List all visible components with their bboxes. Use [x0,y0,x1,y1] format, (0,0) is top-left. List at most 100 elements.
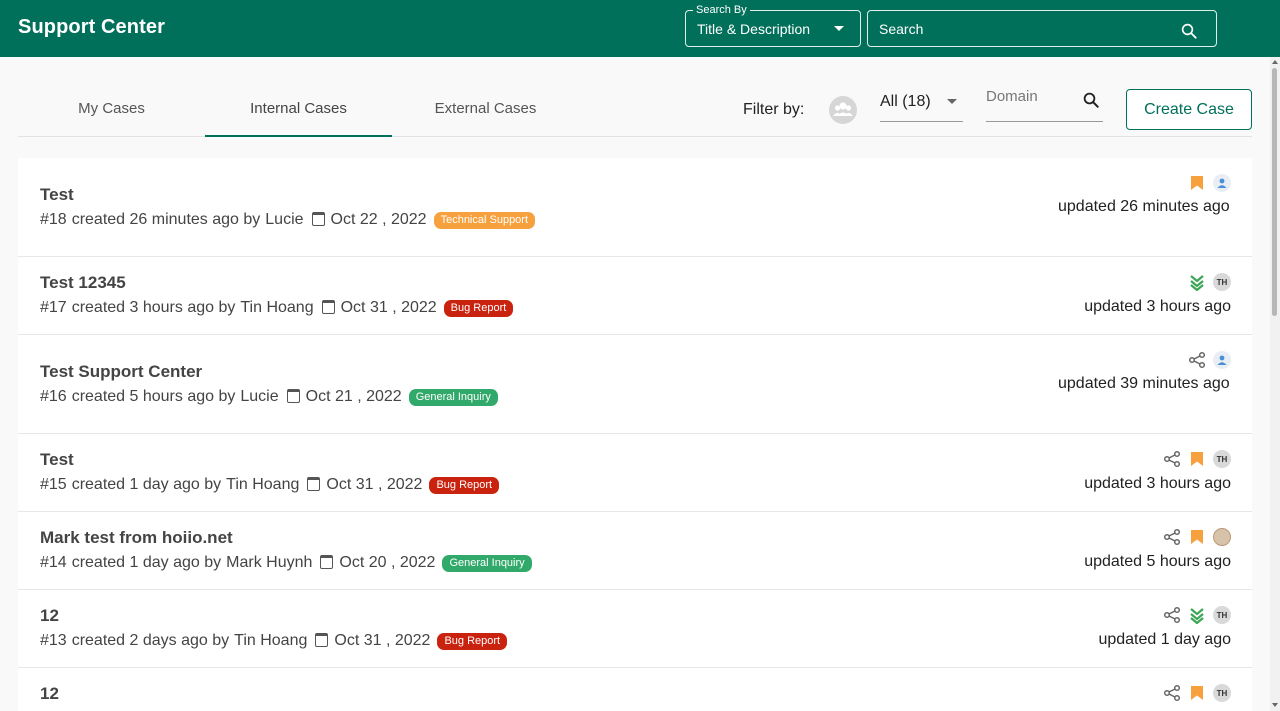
search-by-value: Title & Description [697,21,811,37]
category-badge: General Inquiry [408,388,498,406]
case-updated: updated 3 hours ago [1084,475,1231,492]
active-tab-indicator [205,135,392,137]
case-author[interactable]: Lucie [265,211,303,229]
case-title[interactable]: 12 [40,684,59,704]
case-number: #18 [40,211,67,228]
calendar-icon [320,555,334,569]
app-header: Support Center Search By Title & Descrip… [0,0,1280,57]
bookmark-icon[interactable] [1188,450,1206,468]
search-by-select[interactable]: Search By Title & Description [685,4,861,47]
case-author[interactable]: Tin Hoang [226,476,299,494]
bookmark-icon[interactable] [1188,174,1206,192]
case-icons: TH [1163,450,1231,468]
case-author[interactable]: Lucie [240,388,278,406]
case-created: created 1 day ago by [71,554,222,571]
case-meta: #14 created 1 day ago by Mark Huynh Oct … [40,554,532,572]
scrollbar[interactable] [1270,57,1280,711]
case-row[interactable]: 12 TH [18,668,1252,711]
priority-low-icon[interactable] [1188,606,1206,624]
case-updated: updated 1 day ago [1098,631,1231,648]
search-placeholder: Search [879,21,924,37]
domain-input[interactable]: Domain [986,86,1103,122]
case-icons: TH [1163,684,1231,702]
case-icons: TH [1188,273,1231,291]
case-date: Oct 31 , 2022 [326,476,423,493]
create-case-button[interactable]: Create Case [1126,89,1252,130]
case-icons [1163,528,1231,546]
tab-internal-cases[interactable]: Internal Cases [205,100,392,117]
case-row[interactable]: Test #15 created 1 day ago by Tin Hoang … [18,434,1252,512]
tab-external-cases[interactable]: External Cases [392,100,579,117]
case-title[interactable]: Test 12345 [40,273,126,293]
case-number: #15 [40,476,67,493]
case-title[interactable]: Mark test from hoiio.net [40,528,233,548]
search-icon[interactable] [1180,22,1198,40]
case-list: Test #18 created 26 minutes ago by Lucie… [18,158,1252,711]
case-date: Oct 21 , 2022 [305,388,402,405]
case-created: created 26 minutes ago by [71,211,261,228]
scroll-up-arrow[interactable] [1272,60,1278,64]
caret-down-icon [834,26,844,31]
case-updated: updated 5 hours ago [1084,553,1231,570]
calendar-icon [321,300,335,314]
case-title[interactable]: Test Support Center [40,362,202,382]
case-date: Oct 20 , 2022 [339,554,436,571]
case-created: created 5 hours ago by [71,388,236,405]
case-meta: #13 created 2 days ago by Tin Hoang Oct … [40,632,508,650]
case-icons [1188,174,1231,192]
case-meta: #15 created 1 day ago by Tin Hoang Oct 3… [40,476,500,494]
case-number: #13 [40,632,67,649]
bookmark-icon[interactable] [1188,684,1206,702]
user-avatar[interactable] [1213,174,1231,192]
group-avatar-icon[interactable] [829,96,857,124]
share-icon[interactable] [1188,351,1206,369]
calendar-icon [315,633,329,647]
case-icons: TH [1163,606,1231,624]
share-icon[interactable] [1163,528,1181,546]
case-title[interactable]: Test [40,450,74,470]
case-title[interactable]: 12 [40,606,59,626]
case-author[interactable]: Tin Hoang [234,632,307,650]
case-meta: #16 created 5 hours ago by Lucie Oct 21 … [40,388,498,406]
priority-low-icon[interactable] [1188,273,1206,291]
case-row[interactable]: Test 12345 #17 created 3 hours ago by Ti… [18,257,1252,335]
photo-avatar[interactable] [1213,528,1231,546]
category-badge: Bug Report [437,632,508,650]
app-title: Support Center [18,16,165,38]
case-row[interactable]: Test Support Center #16 created 5 hours … [18,335,1252,434]
case-number: #14 [40,554,67,571]
case-number: #17 [40,299,67,316]
case-created: created 1 day ago by [71,476,222,493]
user-avatar[interactable] [1213,351,1231,369]
case-row[interactable]: Test #18 created 26 minutes ago by Lucie… [18,158,1252,257]
case-title[interactable]: Test [40,185,74,205]
filter-select[interactable]: All (18) [880,92,963,122]
case-date: Oct 31 , 2022 [340,299,437,316]
caret-down-icon [947,99,957,104]
th-avatar[interactable]: TH [1213,684,1231,702]
tabs-divider [18,136,1252,137]
th-avatar[interactable]: TH [1213,606,1231,624]
filter-select-value: All (18) [880,93,931,110]
th-avatar[interactable]: TH [1213,273,1231,291]
share-icon[interactable] [1163,684,1181,702]
search-icon[interactable] [1082,91,1100,109]
filter-label: Filter by: [743,101,805,118]
share-icon[interactable] [1163,450,1181,468]
th-avatar[interactable]: TH [1213,450,1231,468]
case-author[interactable]: Tin Hoang [240,299,313,317]
scroll-thumb[interactable] [1272,68,1277,316]
share-icon[interactable] [1163,606,1181,624]
category-badge: Bug Report [443,299,514,317]
case-row[interactable]: Mark test from hoiio.net #14 created 1 d… [18,512,1252,590]
scroll-down-arrow[interactable] [1272,703,1278,707]
search-input[interactable]: Search [867,10,1217,47]
case-author[interactable]: Mark Huynh [226,554,312,572]
case-row[interactable]: 12 #13 created 2 days ago by Tin Hoang O… [18,590,1252,668]
calendar-icon [307,477,321,491]
tab-my-cases[interactable]: My Cases [18,100,205,117]
case-updated: updated 39 minutes ago [1058,375,1230,392]
case-created: created 2 days ago by [71,632,230,649]
domain-placeholder: Domain [986,88,1038,105]
bookmark-icon[interactable] [1188,528,1206,546]
